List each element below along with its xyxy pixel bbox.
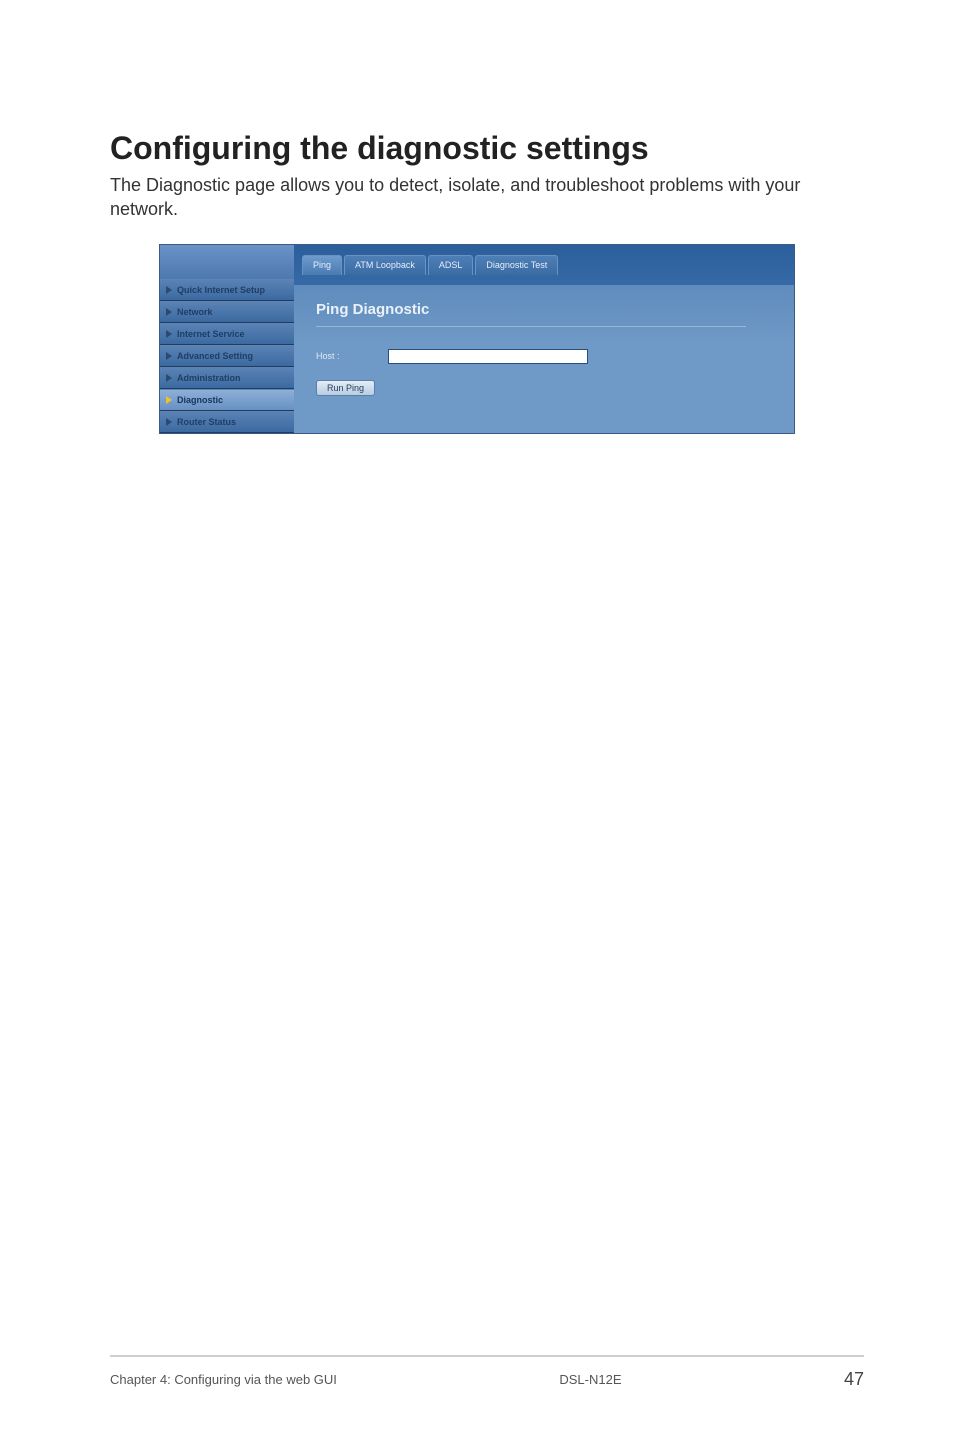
sidebar-item-label: Diagnostic bbox=[177, 395, 223, 405]
triangle-icon bbox=[166, 396, 172, 404]
triangle-icon bbox=[166, 374, 172, 382]
sidebar-item-label: Advanced Setting bbox=[177, 351, 253, 361]
tabs-row: Ping ATM Loopback ADSL Diagnostic Test bbox=[294, 245, 794, 285]
triangle-icon bbox=[166, 418, 172, 426]
page-description: The Diagnostic page allows you to detect… bbox=[110, 173, 844, 222]
router-admin-screenshot: Quick Internet Setup Network Internet Se… bbox=[159, 244, 795, 434]
section-title: Ping Diagnostic bbox=[316, 301, 772, 318]
triangle-icon bbox=[166, 352, 172, 360]
host-input[interactable] bbox=[388, 349, 588, 364]
tab-adsl[interactable]: ADSL bbox=[428, 255, 474, 275]
triangle-icon bbox=[166, 286, 172, 294]
sidebar-item-advanced-setting[interactable]: Advanced Setting bbox=[160, 345, 294, 367]
footer-model: DSL-N12E bbox=[559, 1372, 621, 1387]
footer-divider bbox=[110, 1355, 864, 1357]
tab-diagnostic-test[interactable]: Diagnostic Test bbox=[475, 255, 558, 275]
sidebar-item-label: Quick Internet Setup bbox=[177, 285, 265, 295]
host-row: Host : bbox=[316, 349, 772, 364]
footer-page-number: 47 bbox=[844, 1369, 864, 1390]
sidebar-item-label: Network bbox=[177, 307, 213, 317]
tab-label: ADSL bbox=[439, 260, 463, 270]
page-title: Configuring the diagnostic settings bbox=[110, 130, 844, 167]
triangle-icon bbox=[166, 308, 172, 316]
sidebar-item-internet-service[interactable]: Internet Service bbox=[160, 323, 294, 345]
run-ping-button[interactable]: Run Ping bbox=[316, 380, 375, 396]
host-label: Host : bbox=[316, 351, 370, 361]
sidebar-item-label: Administration bbox=[177, 373, 241, 383]
sidebar-item-label: Internet Service bbox=[177, 329, 245, 339]
page-footer: Chapter 4: Configuring via the web GUI D… bbox=[110, 1355, 864, 1390]
router-sidebar: Quick Internet Setup Network Internet Se… bbox=[160, 245, 294, 433]
tab-label: Ping bbox=[313, 260, 331, 270]
sidebar-item-router-status[interactable]: Router Status bbox=[160, 411, 294, 433]
triangle-icon bbox=[166, 330, 172, 338]
tab-ping[interactable]: Ping bbox=[302, 255, 342, 275]
divider bbox=[316, 326, 746, 327]
sidebar-item-label: Router Status bbox=[177, 417, 236, 427]
router-main-panel: Ping ATM Loopback ADSL Diagnostic Test P… bbox=[294, 245, 794, 433]
tab-label: ATM Loopback bbox=[355, 260, 415, 270]
sidebar-header-spacer bbox=[160, 245, 294, 279]
footer-chapter: Chapter 4: Configuring via the web GUI bbox=[110, 1372, 337, 1387]
sidebar-item-quick-internet-setup[interactable]: Quick Internet Setup bbox=[160, 279, 294, 301]
tab-atm-loopback[interactable]: ATM Loopback bbox=[344, 255, 426, 275]
sidebar-item-diagnostic[interactable]: Diagnostic bbox=[160, 389, 294, 411]
tab-label: Diagnostic Test bbox=[486, 260, 547, 270]
sidebar-item-administration[interactable]: Administration bbox=[160, 367, 294, 389]
panel-body: Ping Diagnostic Host : Run Ping bbox=[294, 285, 794, 433]
sidebar-item-network[interactable]: Network bbox=[160, 301, 294, 323]
